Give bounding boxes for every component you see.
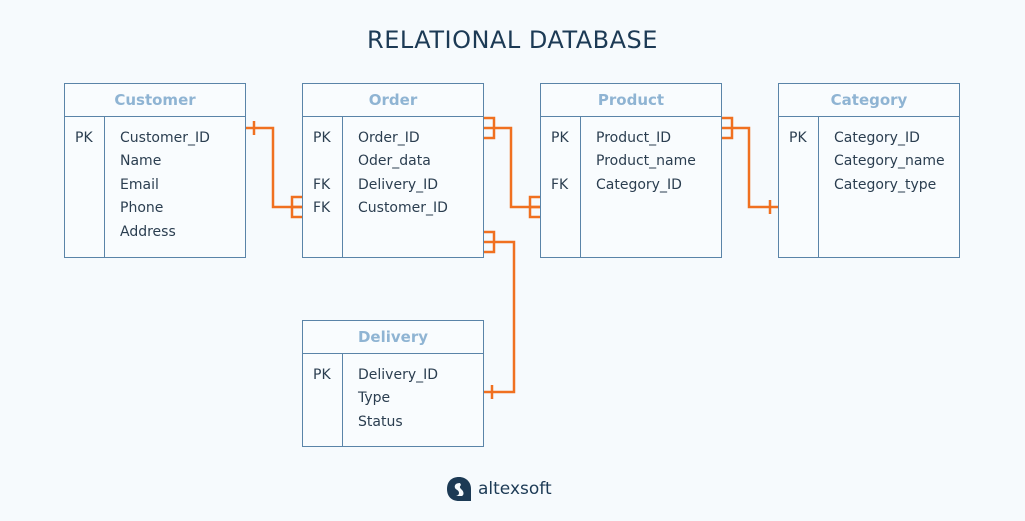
- relationship-customer-order: [246, 121, 302, 219]
- many-marker: [722, 116, 734, 140]
- many-marker: [484, 230, 496, 254]
- many-marker: [484, 116, 496, 140]
- relationship-product-category: [722, 116, 778, 214]
- relationship-order-product: [484, 116, 540, 219]
- altexsoft-logo-icon: [447, 477, 471, 501]
- many-marker: [528, 195, 540, 219]
- relationship-lines: [246, 116, 778, 399]
- many-marker: [290, 195, 302, 219]
- connector-line: [732, 126, 778, 209]
- logo-text: altexsoft: [478, 479, 552, 499]
- altexsoft-logo: altexsoft: [446, 476, 552, 502]
- connector-line: [494, 126, 540, 209]
- relationship-order-delivery: [484, 230, 516, 399]
- connector-line: [484, 240, 516, 394]
- connector-line: [246, 126, 302, 209]
